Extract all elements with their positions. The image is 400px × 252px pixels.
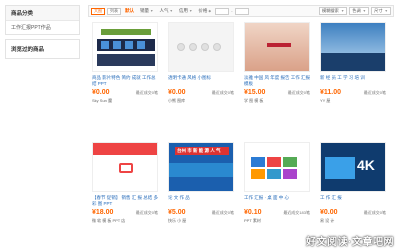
product-thumbnail[interactable] xyxy=(92,22,158,72)
product-card[interactable]: 商品 影片特色 简约 成就 工作总结 PPT ¥0.00 最近成交0笔 Sky S… xyxy=(92,22,158,104)
product-thumbnail[interactable]: 台州 市 新 能 源 人 气 xyxy=(168,142,234,192)
shop-name[interactable]: YY 屋 xyxy=(320,98,386,104)
shop-name[interactable]: 快乐 小 屋 xyxy=(168,218,234,224)
search-mode-label: 模糊搜索 xyxy=(322,8,339,13)
chevron-down-icon: ▼ xyxy=(340,9,345,13)
category-title: 商品分类 xyxy=(6,6,79,21)
product-price: ¥5.00 xyxy=(168,209,186,216)
shop-name[interactable]: Sky Sun 魔 xyxy=(92,98,158,104)
size-label: 尺寸 xyxy=(374,8,383,13)
price-min-input[interactable] xyxy=(215,7,230,15)
sort-credit[interactable]: 信用 ▼ xyxy=(177,8,194,14)
product-card[interactable]: 透明卡通 风格 小图标 ¥0.00 最近成交0笔 小熊 图库 xyxy=(168,22,234,104)
watermark: 好文阅读·文章吧网 xyxy=(306,237,394,248)
sort-toolbar: 大图 列表 默认 销量 ▼ 人气 ▼ 信用 ▼ 价格 ◆ - 模糊搜索 ▼ 色调 ▼ 尺寸 ▼ xyxy=(88,5,394,17)
product-thumbnail[interactable] xyxy=(92,142,158,192)
price-range-dash: - xyxy=(231,8,233,14)
shop-name[interactable]: 小熊 图库 xyxy=(168,98,234,104)
product-price: ¥0.00 xyxy=(92,89,110,96)
thumb-caption: 台州 市 新 能 源 人 气 xyxy=(177,148,221,153)
sort-credit-label: 信用 xyxy=(178,8,188,13)
caret-down-icon: ▼ xyxy=(188,9,193,13)
product-thumbnail[interactable]: 4K xyxy=(320,142,386,192)
thumb-caption: 4K xyxy=(357,157,375,173)
size-select[interactable]: 尺寸 ▼ xyxy=(371,7,391,15)
sort-popularity[interactable]: 人气 ▼ xyxy=(157,8,174,14)
product-title[interactable]: 工作 汇报 · 桌 面 中 心 xyxy=(244,195,310,207)
product-price: ¥15.00 xyxy=(244,89,266,96)
sort-price-label: 价格 xyxy=(198,8,208,13)
category-box: 商品分类 工作汇报PPT作品 xyxy=(5,5,80,35)
sort-default-label: 默认 xyxy=(125,8,134,13)
product-title[interactable]: 透明卡通 风格 小图标 xyxy=(168,75,234,87)
product-title[interactable]: 淡雅 中国 风 年度 报告 工作 汇报 模板 xyxy=(244,75,310,87)
shop-name[interactable]: 微 软 模 板 PPT 店 xyxy=(92,218,158,224)
product-thumbnail[interactable] xyxy=(320,22,386,72)
shop-name[interactable]: PPT 素材 xyxy=(244,218,310,224)
product-title[interactable]: 论 文 作 品 xyxy=(168,195,234,207)
product-sales: 最近成交0笔 xyxy=(287,90,310,95)
product-price: ¥0.00 xyxy=(320,209,338,216)
grid-view-button[interactable]: 大图 xyxy=(91,7,105,15)
product-card[interactable]: 【春节 促销】 销售 汇 报 总结 多彩 图 PPT ¥18.00 最近成交0笔 … xyxy=(92,142,158,224)
product-card[interactable]: 工作 汇报 · 桌 面 中 心 ¥0.10 最近成交183笔 PPT 素材 xyxy=(244,142,310,224)
sort-default[interactable]: 默认 xyxy=(123,8,136,14)
sort-price[interactable]: 价格 ◆ xyxy=(196,8,213,14)
product-sales: 最近成交0笔 xyxy=(135,90,158,95)
product-price: ¥0.10 xyxy=(244,209,262,216)
search-mode-select[interactable]: 模糊搜索 ▼ xyxy=(319,7,348,15)
product-thumbnail[interactable] xyxy=(244,142,310,192)
color-label: 色调 xyxy=(352,8,361,13)
list-view-button[interactable]: 列表 xyxy=(107,7,121,15)
product-sales: 最近成交183笔 xyxy=(283,210,310,215)
product-sales: 最近成交0笔 xyxy=(135,210,158,215)
product-price: ¥0.00 xyxy=(168,89,186,96)
product-card[interactable]: 新 经 员 工 学 习 培 训 ¥11.00 最近成交0笔 YY 屋 xyxy=(320,22,386,104)
sort-popularity-label: 人气 xyxy=(159,8,169,13)
product-price: ¥18.00 xyxy=(92,209,114,216)
product-thumbnail[interactable] xyxy=(168,22,234,72)
chevron-down-icon: ▼ xyxy=(362,9,367,13)
product-price: ¥11.00 xyxy=(320,89,342,96)
product-thumbnail[interactable] xyxy=(244,22,310,72)
shop-name[interactable]: 易 设 计 xyxy=(320,218,386,224)
product-title[interactable]: 工 作 汇 报 xyxy=(320,195,386,207)
caret-updown-icon: ◆ xyxy=(208,9,212,13)
caret-down-icon: ▼ xyxy=(150,9,154,13)
product-sales: 最近成交0笔 xyxy=(211,90,234,95)
product-title[interactable]: 【春节 促销】 销售 汇 报 总结 多彩 图 PPT xyxy=(92,195,158,207)
chevron-down-icon: ▼ xyxy=(384,9,388,13)
product-title[interactable]: 新 经 员 工 学 习 培 训 xyxy=(320,75,386,87)
product-card[interactable]: 台州 市 新 能 源 人 气 论 文 作 品 ¥5.00 最近成交0笔 快乐 小 … xyxy=(168,142,234,224)
product-card[interactable]: 淡雅 中国 风 年度 报告 工作 汇报 模板 ¥15.00 最近成交0笔 学 图 … xyxy=(244,22,310,104)
viewed-title[interactable]: 浏览过的商品 xyxy=(6,40,79,58)
product-sales: 最近成交0笔 xyxy=(363,210,386,215)
viewed-box: 浏览过的商品 xyxy=(5,39,80,59)
product-sales: 最近成交0笔 xyxy=(363,90,386,95)
product-title[interactable]: 商品 影片特色 简约 成就 工作总结 PPT xyxy=(92,75,158,87)
product-card[interactable]: 4K 工 作 汇 报 ¥0.00 最近成交0笔 易 设 计 xyxy=(320,142,386,224)
sidebar: 商品分类 工作汇报PPT作品 浏览过的商品 xyxy=(5,5,80,63)
shop-name[interactable]: 学 图 模 板 xyxy=(244,98,310,104)
sort-sales[interactable]: 销量 ▼ xyxy=(138,8,155,14)
category-item[interactable]: 工作汇报PPT作品 xyxy=(6,21,79,34)
price-max-input[interactable] xyxy=(234,7,249,15)
product-sales: 最近成交0笔 xyxy=(211,210,234,215)
sort-sales-label: 销量 xyxy=(140,8,149,13)
color-select[interactable]: 色调 ▼ xyxy=(349,7,370,15)
caret-down-icon: ▼ xyxy=(169,9,173,13)
